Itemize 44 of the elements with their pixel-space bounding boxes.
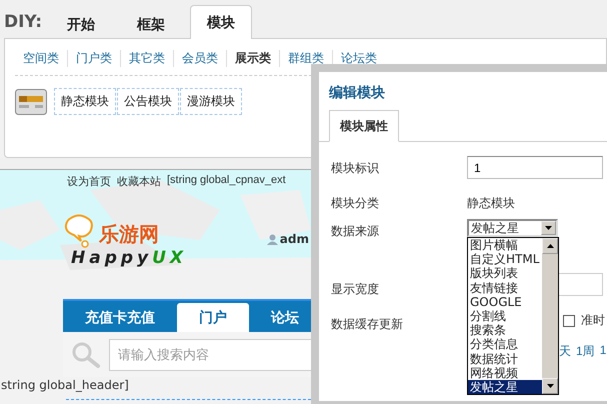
user-name[interactable]: adm — [280, 232, 309, 246]
category-link[interactable]: 展示类 — [226, 50, 279, 67]
logo-text: 乐游网 — [99, 221, 159, 248]
top-link[interactable]: 收藏本站 — [117, 174, 161, 190]
category-link[interactable]: 门户类 — [67, 50, 120, 67]
module-item[interactable]: 静态模块 — [54, 88, 116, 115]
diy-tab[interactable]: 开始 — [50, 9, 112, 39]
input-field[interactable]: 1 — [467, 156, 603, 179]
time-link[interactable]: 天 — [559, 343, 571, 360]
diy-label: DIY: — [4, 12, 42, 32]
nav-tab[interactable]: 充值卡充值 — [63, 303, 177, 332]
arrow-down-icon — [545, 226, 552, 230]
dialog-tab[interactable]: 模块属性 — [329, 110, 399, 142]
time-link[interactable]: 1 — [600, 343, 606, 360]
nav-tab[interactable]: 门户 — [177, 303, 249, 332]
search-field[interactable]: 请输入搜索内容 — [109, 338, 311, 370]
field-label: 模块分类 — [331, 195, 380, 212]
module-card-icon — [15, 88, 47, 114]
scrollbar[interactable] — [542, 238, 558, 394]
search-icon — [71, 340, 101, 368]
category-link[interactable]: 会员类 — [173, 50, 226, 67]
field-value: 静态模块 — [467, 195, 516, 212]
field-label: 模块标识 — [331, 160, 380, 177]
diy-tab[interactable]: 框架 — [120, 9, 182, 39]
checkbox[interactable]: 准时 — [563, 312, 607, 329]
diy-tab[interactable]: 模块 — [190, 5, 252, 39]
dropdown-option[interactable]: 发帖之星 — [468, 380, 542, 394]
category-link[interactable]: 空间类 — [15, 50, 67, 67]
arrow-down-icon — [546, 384, 554, 388]
field-label: 显示宽度 — [331, 281, 380, 298]
placeholder-text: string global_header] — [1, 378, 129, 392]
arrow-up-icon — [546, 244, 554, 248]
field-label: 数据来源 — [331, 223, 380, 240]
category-link[interactable]: 其它类 — [120, 50, 173, 67]
select-field[interactable]: 发帖之星 — [467, 219, 558, 237]
top-link[interactable]: 设为首页 — [67, 174, 111, 190]
field-label: 数据缓存更新 — [331, 316, 404, 333]
user-icon — [266, 234, 278, 244]
top-link[interactable]: [string global_cpnav_ext — [167, 174, 286, 190]
logo-wordmark: Happy UX — [71, 248, 188, 268]
module-item[interactable]: 公告模块 — [117, 88, 179, 115]
time-link[interactable]: 1周 — [576, 343, 595, 360]
dialog-title: 编辑模块 — [329, 84, 386, 103]
module-item[interactable]: 漫游模块 — [180, 88, 242, 115]
